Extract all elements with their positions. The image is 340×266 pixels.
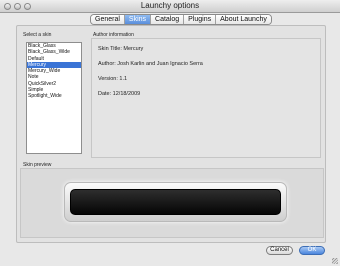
select-skin-label: Select a skin xyxy=(23,32,52,38)
window-title: Launchy options xyxy=(140,1,200,10)
resize-grip-icon[interactable] xyxy=(332,258,338,264)
tab-bar: General Skins Catalog Plugins About Laun… xyxy=(90,14,272,25)
launchy-options-window: Launchy options General Skins Catalog Pl… xyxy=(0,0,340,266)
skin-preview-box xyxy=(20,168,324,238)
tab-general[interactable]: General xyxy=(91,15,125,24)
skins-panel: Select a skin Black_Glass Black_Glass_Wi… xyxy=(16,25,326,243)
skin-list-item[interactable]: Spotlight_Wide xyxy=(27,93,81,99)
date-text: Date: 12/18/2009 xyxy=(98,91,141,97)
skin-title-text: Skin Title: Mercury xyxy=(98,46,144,52)
tab-plugins[interactable]: Plugins xyxy=(184,15,217,24)
author-information-box: Skin Title: Mercury Author: Josh Karlin … xyxy=(91,38,321,158)
tab-skins[interactable]: Skins xyxy=(124,15,152,24)
skin-preview-image xyxy=(64,182,287,222)
cancel-button[interactable]: Cancel xyxy=(266,246,293,255)
tab-about-launchy[interactable]: About Launchy xyxy=(216,15,271,24)
author-text: Author: Josh Karlin and Juan Ignacio Ser… xyxy=(98,61,203,67)
version-text: Version: 1.1 xyxy=(98,76,128,82)
ok-button[interactable]: OK xyxy=(299,246,325,255)
skin-list[interactable]: Black_Glass Black_Glass_Wide Default Mer… xyxy=(26,42,82,154)
skin-preview-input-area xyxy=(70,189,281,215)
title-bar: Launchy options xyxy=(0,0,340,13)
tab-catalog[interactable]: Catalog xyxy=(151,15,185,24)
